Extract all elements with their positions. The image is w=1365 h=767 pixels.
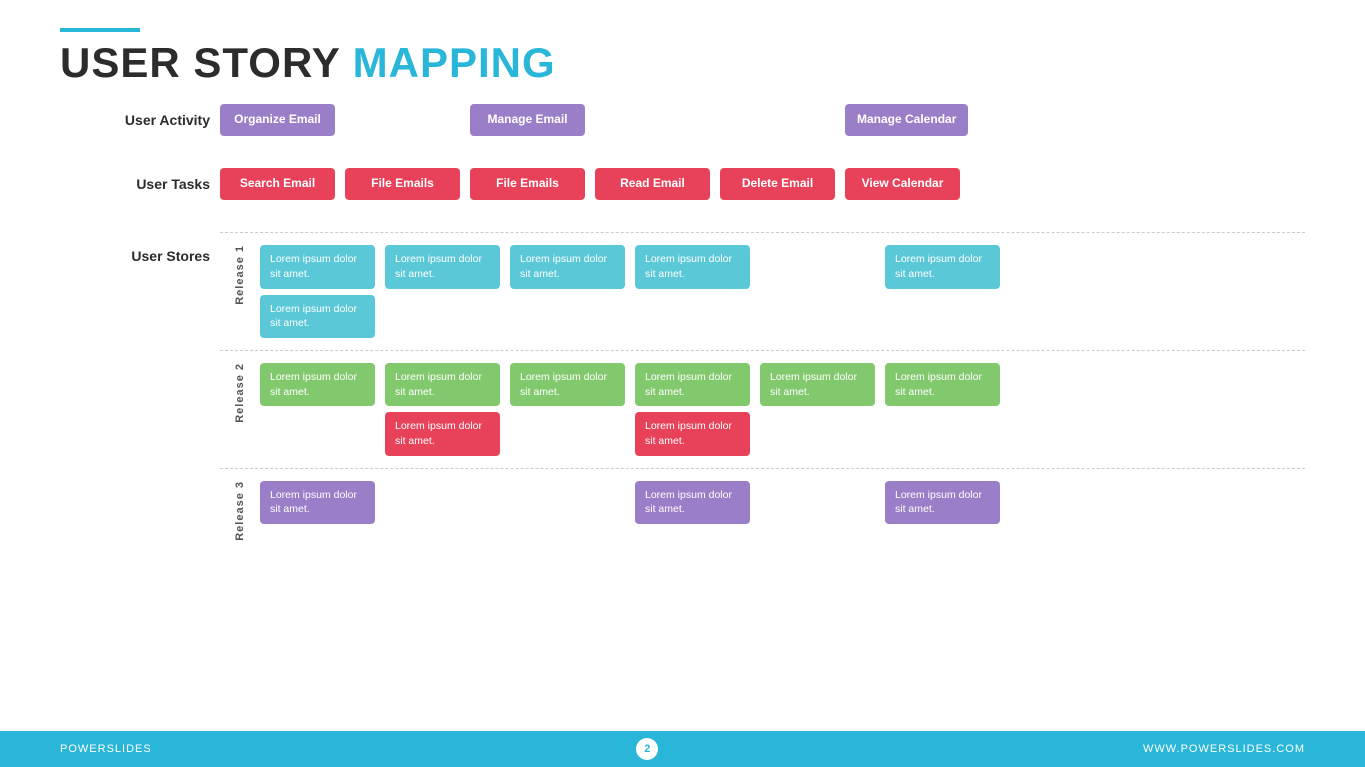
release1-content: Lorem ipsum dolor sit amet. Lorem ipsum …: [260, 237, 1305, 350]
page: USER STORY MAPPING User Activity Organiz…: [0, 0, 1365, 767]
footer-page-number: 2: [636, 738, 658, 760]
r2r1-col1: Lorem ipsum dolor sit amet.: [385, 363, 500, 406]
r2r2-col1: Lorem ipsum dolor sit amet.: [385, 412, 500, 455]
footer: POWERSLIDES 2 WWW.POWERSLIDES.COM: [0, 731, 1365, 767]
user-stores-label: User Stores: [60, 232, 220, 264]
task-card-read-email: Read Email: [595, 168, 710, 200]
release3-content: Lorem ipsum dolor sit amet. Lorem ipsum …: [260, 473, 1305, 532]
release2-section: Release 2 Lorem ipsum dolor sit amet. Lo…: [220, 350, 1305, 468]
r3r1-col4-empty: [760, 481, 875, 524]
r1r1-col1: Lorem ipsum dolor sit amet.: [385, 245, 500, 288]
release1-row1: Lorem ipsum dolor sit amet. Lorem ipsum …: [260, 245, 1305, 288]
release3-row1: Lorem ipsum dolor sit amet. Lorem ipsum …: [260, 481, 1305, 524]
r1r1-col0: Lorem ipsum dolor sit amet.: [260, 245, 375, 288]
r2r1-col0: Lorem ipsum dolor sit amet.: [260, 363, 375, 406]
header-accent-line: [60, 28, 140, 32]
r3r1-col0: Lorem ipsum dolor sit amet.: [260, 481, 375, 524]
r1r1-col4-empty: [760, 245, 875, 288]
user-activity-row: User Activity Organize Email Manage Emai…: [60, 104, 1305, 164]
releases-area: Release 1 Lorem ipsum dolor sit amet. Lo…: [220, 232, 1305, 548]
r1r1-col5: Lorem ipsum dolor sit amet.: [885, 245, 1000, 288]
footer-brand-bold: POWER: [60, 743, 107, 755]
release1-row2: Lorem ipsum dolor sit amet.: [260, 295, 1305, 338]
task-card-view-calendar: View Calendar: [845, 168, 960, 200]
r2r1-col3: Lorem ipsum dolor sit amet.: [635, 363, 750, 406]
r3r1-col3: Lorem ipsum dolor sit amet.: [635, 481, 750, 524]
release3-section: Release 3 Lorem ipsum dolor sit amet. Lo…: [220, 468, 1305, 549]
task-card-search-email: Search Email: [220, 168, 335, 200]
r3r1-col5: Lorem ipsum dolor sit amet.: [885, 481, 1000, 524]
release2-label: Release 2: [234, 363, 246, 423]
footer-url: WWW.POWERSLIDES.COM: [1143, 743, 1305, 755]
r2r2-col0-empty: [260, 412, 375, 455]
user-tasks-row: User Tasks Search Email File Emails File…: [60, 168, 1305, 228]
r2r2-col3: Lorem ipsum dolor sit amet.: [635, 412, 750, 455]
activity-card-manage-calendar: Manage Calendar: [845, 104, 968, 136]
activity-card-organize: Organize Email: [220, 104, 335, 136]
title-highlight: MAPPING: [353, 39, 556, 86]
release1-label: Release 1: [234, 245, 246, 305]
r3r1-col2-empty: [510, 481, 625, 524]
title-plain: USER STORY: [60, 39, 353, 86]
r3r1-col1-empty: [385, 481, 500, 524]
release1-label-wrap: Release 1: [220, 237, 260, 313]
r2r1-col4: Lorem ipsum dolor sit amet.: [760, 363, 875, 406]
task-cards-container: Search Email File Emails File Emails Rea…: [220, 168, 1305, 200]
task-card-file-emails-2: File Emails: [470, 168, 585, 200]
r2r1-col5: Lorem ipsum dolor sit amet.: [885, 363, 1000, 406]
activity-card-manage-email: Manage Email: [470, 104, 585, 136]
r2r1-col2: Lorem ipsum dolor sit amet.: [510, 363, 625, 406]
header: USER STORY MAPPING: [0, 0, 1365, 86]
release3-label-wrap: Release 3: [220, 473, 260, 549]
page-title: USER STORY MAPPING: [60, 40, 1305, 86]
user-tasks-label: User Tasks: [60, 168, 220, 192]
release1-section: Release 1 Lorem ipsum dolor sit amet. Lo…: [220, 232, 1305, 350]
activity-cards-container: Organize Email Manage Email Manage Calen…: [220, 104, 1305, 136]
r1r1-col3: Lorem ipsum dolor sit amet.: [635, 245, 750, 288]
release2-content: Lorem ipsum dolor sit amet. Lorem ipsum …: [260, 355, 1305, 468]
main-content: User Activity Organize Email Manage Emai…: [0, 86, 1365, 548]
task-card-file-emails-1: File Emails: [345, 168, 460, 200]
r1r1-col2: Lorem ipsum dolor sit amet.: [510, 245, 625, 288]
footer-brand: POWERSLIDES: [60, 743, 152, 755]
release2-row1: Lorem ipsum dolor sit amet. Lorem ipsum …: [260, 363, 1305, 406]
user-activity-label: User Activity: [60, 104, 220, 128]
r1r2-col0: Lorem ipsum dolor sit amet.: [260, 295, 375, 338]
release3-label: Release 3: [234, 481, 246, 541]
task-card-delete-email: Delete Email: [720, 168, 835, 200]
footer-brand-normal: SLIDES: [107, 743, 152, 755]
release2-row2: Lorem ipsum dolor sit amet. Lorem ipsum …: [260, 412, 1305, 455]
user-stores-section: User Stores Release 1 Lorem ipsum dolor …: [60, 232, 1305, 548]
footer-url-text: WWW.POWERSLIDES.COM: [1143, 743, 1305, 755]
release2-label-wrap: Release 2: [220, 355, 260, 431]
r2r2-col2-empty: [510, 412, 625, 455]
